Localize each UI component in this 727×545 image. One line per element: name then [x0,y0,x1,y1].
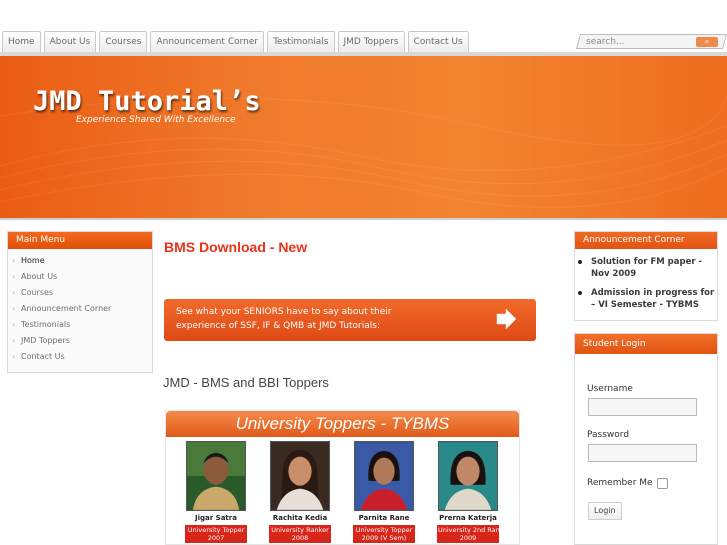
nav-tabs: Home About Us Courses Announcement Corne… [2,31,469,52]
menu-item-jmd-toppers[interactable]: › JMD Toppers [8,333,152,349]
nav-tab-testimonials[interactable]: Testimonials [267,31,335,52]
promo-line-2: experience of SSF, IF & QMB at JMD Tutor… [176,321,380,331]
topper-award: University Topper 2009 (V Sem) [353,525,415,543]
award-line-2: 2007 [207,534,225,542]
header-banner: JMD Tutorial’s Experience Shared With Ex… [0,56,727,218]
menu-item-home[interactable]: › Home [8,253,152,269]
password-label: Password [587,430,630,440]
search-area: ⌕ [576,34,727,50]
topper-award: University Ranker 2008 [269,525,331,543]
topper-name: Prerna Katerja [439,514,497,522]
chevron-right-icon: › [12,272,16,281]
person-photo-icon [271,442,329,510]
topper-photo [354,441,414,511]
promo-text: See what your SENIORS have to say about … [176,305,476,333]
nav-tab-courses[interactable]: Courses [99,31,148,52]
award-line-1: University Topper [187,526,245,534]
person-photo-icon [355,442,413,510]
search-input[interactable] [586,35,691,48]
topper-photo [438,441,498,511]
testimonial-promo-banner[interactable]: See what your SENIORS have to say about … [164,299,536,341]
topper-card: Jigar Satra University Topper 2007 [185,441,247,543]
announcement-item[interactable]: Admission in progress for – VI Semester … [575,287,717,311]
remember-me-checkbox[interactable] [657,478,668,489]
banner-decoration [0,95,727,208]
topper-photo [186,441,246,511]
chevron-right-icon: › [12,352,16,361]
announcement-text: Admission in progress for – VI Semester … [591,288,715,310]
chevron-right-icon: › [12,320,16,329]
toppers-image: University Toppers - TYBMS Jigar Satra U… [165,410,520,545]
username-field[interactable] [588,398,697,416]
announcement-panel: Announcement Corner Solution for FM pape… [574,231,718,321]
award-line-1: University Topper [355,526,413,534]
search-go-icon[interactable]: ⌕ [696,37,718,47]
topper-award: University 2nd Rank 2009 [437,525,504,543]
page-title: BMS Download - New [164,239,308,255]
award-line-1: University 2nd Rank [438,526,504,534]
topper-name: Jigar Satra [195,514,237,522]
top-navigation: Home About Us Courses Announcement Corne… [0,31,727,57]
chevron-right-icon: › [12,304,16,313]
announcement-title: Announcement Corner [575,232,717,249]
topper-card: Parnita Rane University Topper 2009 (V S… [353,441,415,543]
nav-tab-announcement-corner[interactable]: Announcement Corner [150,31,265,52]
person-photo-icon [187,442,245,510]
chevron-right-icon: › [12,288,16,297]
award-line-1: University Ranker [271,526,329,534]
site-tagline: Experience Shared With Excellence [76,115,236,125]
section-title: JMD - BMS and BBI Toppers [163,375,329,390]
toppers-heading: University Toppers - TYBMS [166,411,519,437]
bullet-icon [578,260,582,264]
announcement-text: Solution for FM paper - Nov 2009 [591,257,703,279]
topper-card: Rachita Kedia University Ranker 2008 [269,441,331,543]
nav-tab-about-us[interactable]: About Us [43,31,97,52]
main-menu-panel: Main Menu › Home › About Us › Courses › Anno… [7,231,153,373]
award-line-2: 2009 (V Sem) [361,534,407,542]
arrow-right-icon[interactable] [494,307,518,331]
site-logo-title[interactable]: JMD Tutorial’s [33,86,261,117]
topper-photo [270,441,330,511]
menu-item-about-us[interactable]: › About Us [8,269,152,285]
bullet-icon [578,291,582,295]
menu-item-testimonials[interactable]: › Testimonials [8,317,152,333]
topper-card: Prerna Katerja University 2nd Rank 2009 [437,441,504,543]
login-button[interactable]: Login [588,502,622,520]
student-login-panel: Student Login Username Password Remember… [574,333,718,545]
nav-tab-contact-us[interactable]: Contact Us [407,31,469,52]
remember-me-label: Remember Me [587,478,653,488]
banner-divider [0,218,727,220]
nav-tab-home[interactable]: Home [2,31,41,52]
menu-item-contact-us[interactable]: › Contact Us [8,349,152,365]
menu-item-announcement-corner[interactable]: › Announcement Corner [8,301,152,317]
nav-tab-jmd-toppers[interactable]: JMD Toppers [337,31,405,52]
main-menu-title: Main Menu [8,232,152,249]
announcement-item[interactable]: Solution for FM paper - Nov 2009 [575,256,717,280]
username-label: Username [587,384,633,394]
login-title: Student Login [575,334,717,354]
person-photo-icon [439,442,497,510]
award-line-2: 2009 [459,534,477,542]
topper-name: Parnita Rane [358,514,410,522]
menu-item-courses[interactable]: › Courses [8,285,152,301]
topper-award: University Topper 2007 [185,525,247,543]
award-line-2: 2008 [291,534,309,542]
page: Home About Us Courses Announcement Corne… [0,0,727,545]
chevron-right-icon: › [12,336,16,345]
password-field[interactable] [588,444,697,462]
promo-line-1: See what your SENIORS have to say about … [176,307,392,317]
chevron-right-icon: › [12,256,16,265]
topper-name: Rachita Kedia [272,514,328,522]
